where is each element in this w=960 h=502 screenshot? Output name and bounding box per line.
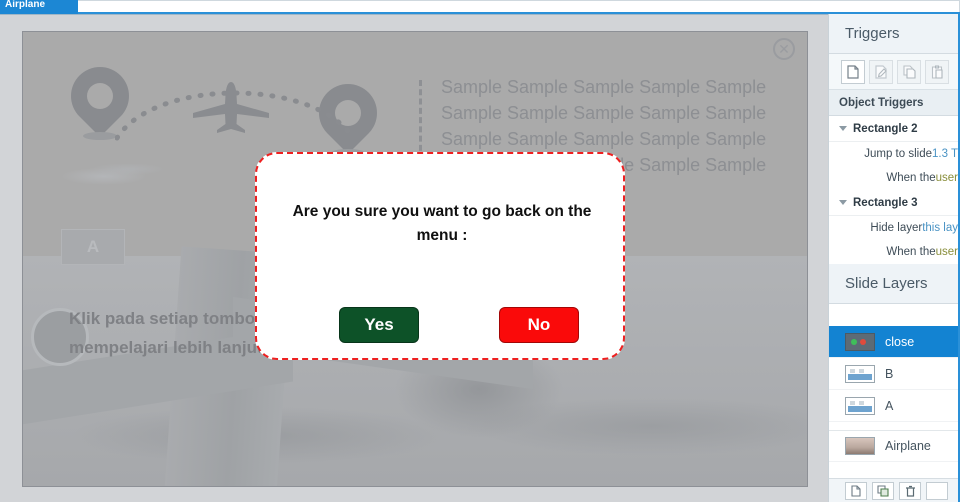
slide-layers-header: Slide Layers — [829, 264, 960, 304]
trigger-group-rectangle-3[interactable]: Rectangle 3 — [829, 190, 960, 216]
trigger-group-label: Rectangle 2 — [853, 122, 918, 135]
airplane-silhouette-icon — [193, 82, 269, 133]
sample-text-line: Sample Sample Sample Sample Sample — [441, 129, 767, 149]
slide-canvas[interactable]: ✕ Sample Sample Sample Sample Sample Sam… — [22, 31, 808, 487]
delete-layer-icon[interactable] — [899, 481, 921, 500]
jet-photo-thumbnail — [41, 150, 181, 198]
layers-footer-toolbar — [829, 478, 960, 502]
layer-item-airplane[interactable]: Airplane — [829, 430, 960, 462]
tab-strip-empty — [78, 0, 960, 12]
object-triggers-title: Object Triggers — [829, 90, 960, 116]
trigger-action-line[interactable]: Jump to slide 1.3 T — [829, 142, 960, 166]
tab-bar: Airplane — [0, 0, 960, 14]
slide-button-a[interactable]: A — [61, 229, 125, 265]
slide-workspace: ✕ Sample Sample Sample Sample Sample Sam… — [0, 14, 828, 502]
slide-layers-list: close B A Airplane — [829, 304, 960, 462]
layer-thumbnail-icon — [845, 332, 875, 351]
trigger-condition-lead: When the — [886, 246, 936, 258]
trigger-condition-line[interactable]: When the user — [829, 166, 960, 190]
trigger-action-lead: Hide layer — [870, 222, 923, 234]
trigger-condition-line[interactable]: When the user — [829, 240, 960, 264]
paste-trigger-icon[interactable] — [925, 59, 949, 84]
trigger-action-lead: Jump to slide — [864, 148, 932, 160]
triggers-toolbar — [829, 54, 960, 90]
layer-item-a[interactable]: A — [829, 390, 960, 422]
yes-button[interactable]: Yes — [339, 307, 419, 343]
confirmation-dialog: Are you sure you want to go back on the … — [255, 152, 625, 360]
sample-text-line: Sample Sample Sample Sample Sample — [441, 103, 767, 123]
layer-item-close[interactable]: close — [829, 326, 960, 358]
trigger-action-token: this lay — [922, 222, 958, 234]
layer-label: B — [885, 366, 894, 381]
close-circle-icon[interactable]: ✕ — [773, 38, 795, 60]
no-button[interactable]: No — [499, 307, 579, 343]
triggers-panel-header: Triggers — [829, 14, 960, 54]
trigger-action-line[interactable]: Hide layer this lay — [829, 216, 960, 240]
sample-text-line: Sample Sample Sample Sample Sample — [441, 77, 767, 97]
right-side-panel: Triggers Object Triggers Rectangle 2 Jum… — [828, 14, 960, 502]
trigger-condition-token: user — [935, 172, 958, 184]
duplicate-layer-icon[interactable] — [872, 481, 894, 500]
layer-thumbnail-icon — [845, 364, 875, 383]
trigger-group-label: Rectangle 3 — [853, 196, 918, 209]
trigger-condition-token: user — [935, 246, 958, 258]
edit-trigger-icon[interactable] — [869, 59, 893, 84]
dialog-title: Are you sure you want to go back on the … — [292, 203, 592, 244]
layer-thumbnail-icon — [845, 396, 875, 415]
chevron-down-icon[interactable] — [839, 126, 847, 131]
layer-label: close — [885, 334, 915, 349]
trigger-action-token: 1.3 T — [932, 148, 958, 160]
trigger-group-rectangle-2[interactable]: Rectangle 2 — [829, 116, 960, 142]
copy-trigger-icon[interactable] — [897, 59, 921, 84]
layer-label: A — [885, 398, 894, 413]
layer-thumbnail-icon — [845, 437, 875, 455]
layers-list-spacer — [829, 304, 960, 326]
chevron-down-icon[interactable] — [839, 200, 847, 205]
tab-airplane[interactable]: Airplane — [0, 0, 78, 14]
new-layer-icon[interactable] — [845, 481, 867, 500]
new-trigger-icon[interactable] — [841, 59, 865, 84]
layer-item-b[interactable]: B — [829, 358, 960, 390]
layer-properties-icon[interactable] — [926, 481, 948, 500]
layer-label: Airplane — [885, 439, 931, 453]
trigger-condition-lead: When the — [886, 172, 936, 184]
map-pin-origin-shadow — [83, 132, 117, 140]
